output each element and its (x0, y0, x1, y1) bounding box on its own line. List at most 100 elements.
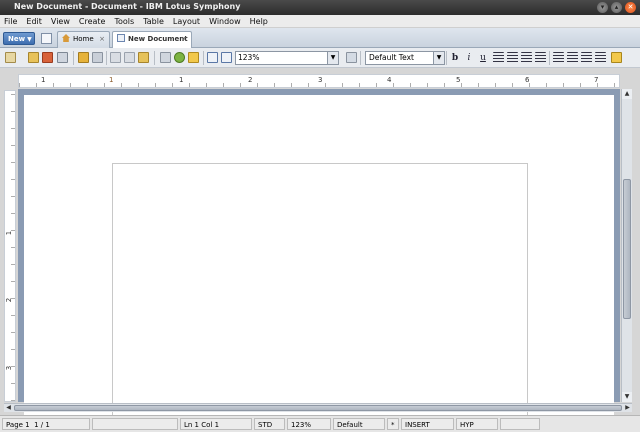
status-empty (500, 418, 540, 430)
redo-icon[interactable] (92, 52, 103, 63)
home-icon (62, 34, 70, 42)
scroll-right-icon[interactable]: ▶ (623, 404, 632, 412)
ruler-number: 1 (5, 230, 14, 236)
undo-icon[interactable] (78, 52, 89, 63)
new-button-label: New (8, 35, 26, 43)
menu-table[interactable]: Table (143, 17, 164, 26)
horizontal-ruler[interactable]: 1 1 1 2 3 4 5 6 7 (18, 74, 620, 88)
navigator-icon[interactable] (221, 52, 232, 63)
cut-icon[interactable] (110, 52, 121, 63)
menu-help[interactable]: Help (250, 17, 268, 26)
vertical-scrollbar[interactable]: ▲ ▼ (621, 89, 632, 402)
title-bar: New Document - Document - IBM Lotus Symp… (0, 0, 640, 15)
menu-layout[interactable]: Layout (173, 17, 200, 26)
close-window-button[interactable]: ✕ (625, 2, 636, 13)
scroll-down-icon[interactable]: ▼ (622, 392, 632, 402)
separator (203, 51, 204, 65)
horizontal-scrollbar[interactable]: ◀ ▶ (4, 403, 632, 412)
status-page-label: Page 1 (6, 421, 30, 429)
style-value: Default Text (369, 53, 414, 62)
align-left-icon[interactable] (493, 52, 504, 63)
status-style: Default (333, 418, 385, 430)
underline-button[interactable]: u (477, 51, 489, 65)
align-right-icon[interactable] (521, 52, 532, 63)
ruler-number: 6 (525, 76, 530, 84)
menu-create[interactable]: Create (79, 17, 106, 26)
separator (549, 51, 550, 65)
tab-bar: New ▼ Home × New Document × (0, 28, 640, 48)
ruler-number: 3 (5, 365, 14, 371)
scroll-up-icon[interactable]: ▲ (622, 89, 632, 99)
separator (106, 51, 107, 65)
image-icon[interactable] (174, 52, 185, 63)
italic-button[interactable]: i (463, 51, 475, 65)
document-icon (117, 34, 125, 42)
ruler-number: 1 (41, 76, 46, 84)
window-title: New Document - Document - IBM Lotus Symp… (14, 2, 241, 11)
format-paintbrush-icon[interactable] (346, 52, 357, 63)
tab-home[interactable]: Home × (57, 31, 110, 48)
new-file-icon[interactable] (5, 52, 16, 63)
menu-bar: File Edit View Create Tools Table Layout… (0, 15, 640, 28)
zoom-value: 123% (238, 53, 260, 62)
chevron-down-icon[interactable]: ▼ (327, 52, 338, 64)
justify-icon[interactable] (535, 52, 546, 63)
status-position: Ln 1 Col 1 (180, 418, 252, 430)
separator (154, 51, 155, 65)
chevron-down-icon[interactable]: ▼ (27, 36, 32, 43)
window-controls: ▾ ▴ ✕ (597, 2, 636, 13)
status-empty (92, 418, 178, 430)
save-icon[interactable] (42, 52, 53, 63)
tab-home-label: Home (73, 35, 94, 43)
menu-window[interactable]: Window (209, 17, 241, 26)
pilcrow-icon[interactable] (207, 52, 218, 63)
decrease-indent-icon[interactable] (581, 52, 592, 63)
open-folder-icon[interactable] (28, 52, 39, 63)
numbered-list-icon[interactable] (567, 52, 578, 63)
menu-file[interactable]: File (4, 17, 17, 26)
status-insert[interactable]: INSERT (401, 418, 454, 430)
scroll-thumb[interactable] (623, 179, 631, 319)
paragraph-style-select[interactable]: Default Text ▼ (365, 51, 445, 65)
minimize-button[interactable]: ▾ (597, 2, 608, 13)
toolbar: 123% ▼ Default Text ▼ b i u (0, 48, 640, 68)
menu-view[interactable]: View (51, 17, 70, 26)
scroll-thumb[interactable] (14, 405, 622, 411)
text-boundary[interactable] (112, 163, 528, 423)
paste-icon[interactable] (138, 52, 149, 63)
ruler-ticks (11, 91, 15, 401)
copy-icon[interactable] (124, 52, 135, 63)
print-icon[interactable] (57, 52, 68, 63)
scroll-left-icon[interactable]: ◀ (4, 404, 13, 412)
vertical-ruler[interactable]: 1 2 3 (4, 90, 16, 402)
separator (446, 51, 447, 65)
chart-icon[interactable] (188, 52, 199, 63)
close-tab-home-icon[interactable]: × (99, 32, 105, 47)
pages-icon[interactable] (41, 33, 52, 44)
status-hyp[interactable]: HYP (456, 418, 498, 430)
ruler-number: 3 (318, 76, 323, 84)
left-indent-marker[interactable]: 1 (109, 76, 113, 84)
document-page[interactable] (24, 95, 614, 423)
close-tab-document-icon[interactable]: × (181, 32, 187, 47)
font-color-icon[interactable] (611, 52, 622, 63)
table-icon[interactable] (160, 52, 171, 63)
tab-document-label: New Document (128, 35, 188, 43)
menu-edit[interactable]: Edit (26, 17, 42, 26)
tab-new-document[interactable]: New Document × (112, 31, 192, 48)
status-page: Page 1 1 / 1 (2, 418, 90, 430)
ruler-number: 1 (179, 76, 184, 84)
bullet-list-icon[interactable] (553, 52, 564, 63)
menu-tools[interactable]: Tools (114, 17, 134, 26)
bold-button[interactable]: b (449, 51, 461, 65)
align-center-icon[interactable] (507, 52, 518, 63)
status-zoom[interactable]: 123% (287, 418, 331, 430)
maximize-button[interactable]: ▴ (611, 2, 622, 13)
new-button[interactable]: New ▼ (3, 32, 35, 45)
separator (73, 51, 74, 65)
zoom-select[interactable]: 123% ▼ (235, 51, 339, 65)
increase-indent-icon[interactable] (595, 52, 606, 63)
status-mode[interactable]: STD (254, 418, 285, 430)
status-modified: * (387, 418, 399, 430)
chevron-down-icon[interactable]: ▼ (433, 52, 444, 64)
